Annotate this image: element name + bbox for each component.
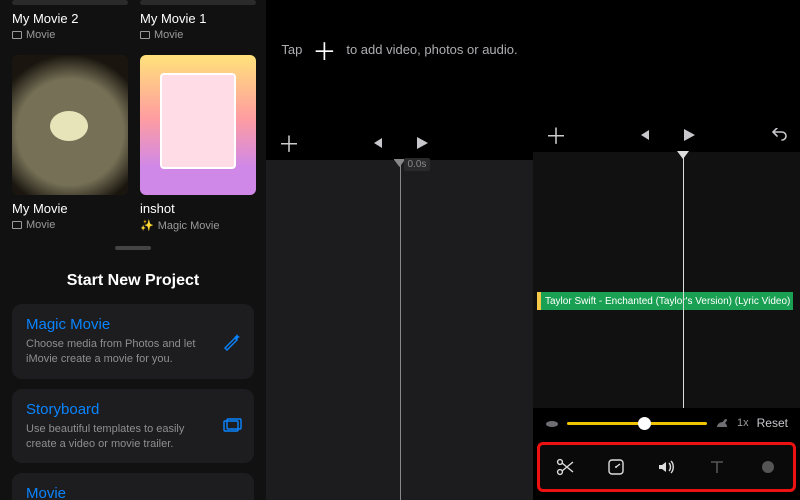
- timeline[interactable]: [266, 160, 533, 500]
- play-button[interactable]: [414, 135, 430, 151]
- movie-icon: [12, 221, 22, 229]
- play-button[interactable]: [681, 127, 697, 143]
- option-storyboard[interactable]: Storyboard Use beautiful templates to ea…: [12, 389, 254, 464]
- background-icon[interactable]: [758, 457, 778, 477]
- project-thumb: [140, 55, 256, 195]
- transport-bar: ＋: [533, 120, 800, 150]
- add-media-hint: Tap ＋ to add video, photos or audio.: [266, 32, 533, 67]
- option-title: Movie: [26, 485, 210, 500]
- skip-back-button[interactable]: [637, 128, 651, 142]
- project-type: Movie: [12, 219, 128, 231]
- projects-panel: My Movie 2 Movie My Movie 1 Movie My Mov…: [0, 0, 266, 500]
- project-title: My Movie 1: [140, 11, 256, 26]
- storyboard-icon: [222, 416, 242, 436]
- option-desc: Use beautiful templates to easily create…: [26, 422, 210, 452]
- project-item[interactable]: My Movie 2 Movie: [12, 0, 128, 41]
- title-icon[interactable]: [707, 457, 727, 477]
- hint-post: to add video, photos or audio.: [346, 42, 517, 57]
- project-type: ✨Magic Movie: [140, 219, 256, 232]
- speed-label: 1x: [737, 417, 749, 429]
- magic-movie-icon: ✨: [140, 219, 154, 232]
- reset-button[interactable]: Reset: [757, 416, 788, 430]
- speed-control: 1x Reset: [533, 408, 800, 438]
- turtle-icon: [545, 418, 559, 428]
- option-title: Storyboard: [26, 401, 210, 418]
- project-row-1: My Movie 2 Movie My Movie 1 Movie: [0, 0, 266, 41]
- section-title: Start New Project: [0, 272, 266, 290]
- clip-trim-handle[interactable]: [537, 292, 541, 310]
- movie-icon: [140, 31, 150, 39]
- speed-knob[interactable]: [638, 417, 651, 430]
- speed-icon[interactable]: [606, 457, 626, 477]
- project-thumb: [12, 0, 128, 5]
- clip-label: Taylor Swift - Enchanted (Taylor's Versi…: [545, 296, 790, 307]
- playhead[interactable]: [400, 160, 401, 500]
- skip-back-button[interactable]: [370, 136, 384, 150]
- project-title: inshot: [140, 201, 256, 216]
- option-magic-movie[interactable]: Magic Movie Choose media from Photos and…: [12, 304, 254, 379]
- wand-icon: [222, 331, 242, 351]
- option-title: Magic Movie: [26, 316, 210, 333]
- project-type: Movie: [12, 29, 128, 41]
- time-badge: 0.0s: [404, 158, 431, 171]
- hint-pre: Tap: [281, 42, 302, 57]
- sheet-handle[interactable]: [115, 246, 151, 250]
- rabbit-icon: [715, 417, 729, 429]
- scissors-icon[interactable]: [555, 457, 575, 477]
- playhead[interactable]: [683, 152, 684, 438]
- timeline[interactable]: Taylor Swift - Enchanted (Taylor's Versi…: [533, 152, 800, 438]
- project-thumb: [12, 55, 128, 195]
- option-movie[interactable]: Movie Make a movie from scratch using me…: [12, 473, 254, 500]
- plus-icon: ＋: [312, 32, 336, 67]
- add-media-button[interactable]: ＋: [278, 127, 300, 159]
- transport-bar: ＋: [266, 128, 533, 158]
- add-media-button[interactable]: ＋: [545, 119, 567, 151]
- project-item[interactable]: inshot ✨Magic Movie: [140, 55, 256, 232]
- clip-toolbar: [537, 442, 796, 492]
- editor-empty-panel: Tap ＋ to add video, photos or audio. ＋ 0…: [266, 0, 533, 500]
- speed-slider[interactable]: [567, 422, 707, 425]
- audio-clip[interactable]: Taylor Swift - Enchanted (Taylor's Versi…: [537, 292, 793, 310]
- project-type: Movie: [140, 29, 256, 41]
- project-title: My Movie 2: [12, 11, 128, 26]
- project-title: My Movie: [12, 201, 128, 216]
- project-item[interactable]: My Movie Movie: [12, 55, 128, 232]
- project-thumb: [140, 0, 256, 5]
- undo-button[interactable]: [770, 128, 788, 142]
- project-item[interactable]: My Movie 1 Movie: [140, 0, 256, 41]
- project-row-2: My Movie Movie inshot ✨Magic Movie: [0, 55, 266, 232]
- movie-icon: [12, 31, 22, 39]
- editor-clip-panel: ＋ Taylor Swift - Enchanted (Taylor's Ver…: [533, 0, 800, 500]
- volume-icon[interactable]: [656, 457, 676, 477]
- option-desc: Choose media from Photos and let iMovie …: [26, 337, 210, 367]
